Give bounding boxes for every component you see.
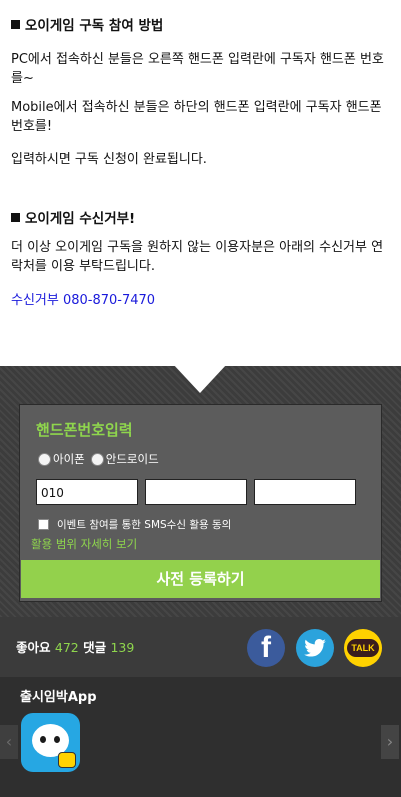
square-bullet-icon [11,20,20,29]
carousel-next-button[interactable]: › [381,725,399,759]
complete-instruction: 입력하시면 구독 신청이 완료됩니다. [11,152,207,167]
phone-middle-input[interactable] [145,479,247,505]
how-to-subscribe-heading: 오이게임 구독 참여 방법 [11,14,163,34]
carousel-prev-button[interactable]: ‹ [0,725,18,759]
chevron-left-icon: ‹ [5,732,13,751]
facebook-share-button[interactable]: f [247,629,285,667]
usage-detail-link[interactable]: 활용 범위 자세히 보기 [31,536,137,552]
social-bar: 좋아요 472 댓글 139 f TALK [0,617,401,677]
chevron-right-icon: › [386,732,394,751]
subscription-info-panel: 오이게임 구독 참여 방법 PC에서 접속하신 분들은 오른쪽 핸드폰 입력란에… [0,0,401,366]
iphone-radio[interactable] [38,452,51,466]
form-title: 핸드폰번호입력 [36,421,133,439]
sms-agree-label[interactable]: 이벤트 참여를 통한 SMS수신 활용 동의 [57,517,231,532]
seal-eye-icon [40,736,46,743]
comments-count: 139 [110,640,135,655]
android-radio[interactable] [90,452,104,466]
phone-last-input[interactable] [254,479,356,505]
phone-prefix-input[interactable]: 010 [36,479,138,505]
twitter-share-button[interactable] [296,629,334,667]
like-comment-counts: 좋아요 472 댓글 139 [16,637,134,656]
android-radio-label[interactable]: 안드로이드 [106,451,159,467]
sms-agree-row: 이벤트 참여를 통한 SMS수신 활용 동의 [38,517,231,532]
likes-label: 좋아요 [16,640,51,655]
unsubscribe-contact-link[interactable]: 수신거부 080-870-7470 [11,291,389,310]
twitter-bird-icon [304,639,326,657]
kakao-badge-icon [58,752,76,768]
upcoming-apps-section: 출시임박App ‹ › [0,677,401,797]
seal-eye-icon [54,736,60,743]
facebook-icon: f [261,631,271,664]
kakaotalk-share-button[interactable]: TALK [344,629,382,667]
unsubscribe-instruction: 더 이상 오이게임 구독을 원하지 않는 이용자분은 아래의 수신거부 연락처를… [11,240,384,274]
square-bullet-icon [11,213,20,222]
upcoming-apps-title: 출시임박App [20,690,97,705]
iphone-radio-label[interactable]: 아이폰 [53,451,85,467]
pc-instruction: PC에서 접속하신 분들은 오른쪽 핸드폰 입력란에 구독자 핸드폰 번호를~ [11,52,384,86]
unsubscribe-heading: 오이게임 수신거부! [11,207,135,227]
mobile-instruction: Mobile에서 접속하신 분들은 하단의 핸드폰 입력란에 구독자 핸드폰 번… [11,100,382,134]
phone-registration-form: 핸드폰번호입력 아이폰 안드로이드 010 이벤트 참여를 통한 SMS수신 활… [19,404,382,602]
app-icon-seal[interactable] [21,713,80,772]
sms-agree-checkbox[interactable] [38,519,49,530]
speech-notch [173,364,227,393]
kakaotalk-icon: TALK [347,639,379,657]
device-radio-group: 아이폰 안드로이드 [38,451,165,467]
pre-register-button[interactable]: 사전 등록하기 [21,560,380,598]
comments-label: 댓글 [83,640,107,655]
likes-count: 472 [54,640,79,655]
